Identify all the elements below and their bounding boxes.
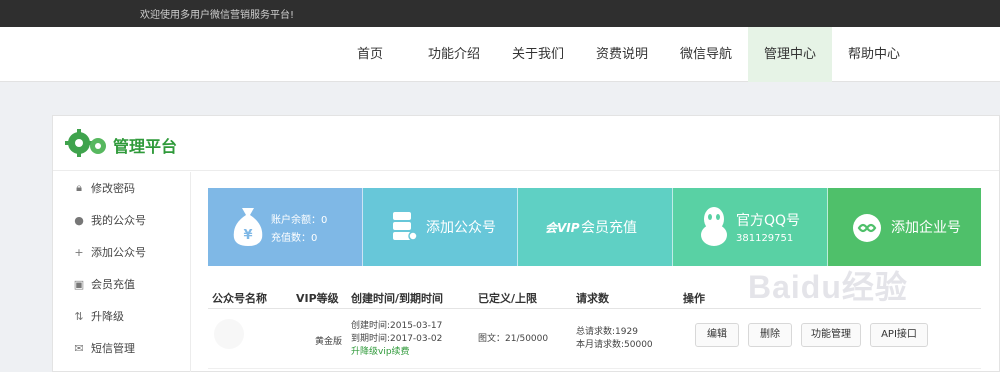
recharge-label: 会员充值 xyxy=(581,220,637,236)
api-button[interactable]: API接口 xyxy=(870,323,928,347)
sidebar-item-my-accounts[interactable]: ● 我的公众号 xyxy=(53,204,191,236)
header: 首页 功能介绍 关于我们 资费说明 微信导航 管理中心 帮助中心 xyxy=(0,27,1000,82)
nav-item-about[interactable]: 关于我们 xyxy=(496,27,580,82)
sidebar-item-add-account[interactable]: + 添加公众号 xyxy=(53,236,191,268)
feature-manage-button[interactable]: 功能管理 xyxy=(801,323,861,347)
user-icon: ● xyxy=(74,213,84,227)
vip-icon: 会VIP xyxy=(545,221,580,235)
created-date: 创建时间:2015-03-17 xyxy=(351,321,443,331)
nav-item-home[interactable]: 首页 xyxy=(328,27,412,82)
total-requests: 总请求数:1929 xyxy=(576,327,638,337)
panel-title: 管理平台 xyxy=(113,137,178,156)
balance-label: 账户余额：0 xyxy=(271,214,328,226)
col-account-name: 公众号名称 xyxy=(212,292,267,305)
link-icon xyxy=(853,214,881,242)
stack-icon xyxy=(393,212,417,241)
col-dates: 创建时间/到期时间 xyxy=(351,292,444,305)
upgrade-renew-link[interactable]: 升降级vip续费 xyxy=(351,346,410,358)
expire-date: 到期时间:2017-03-02 xyxy=(351,334,443,344)
qq-label: 官方QQ号 xyxy=(736,213,801,229)
add-enterprise-card[interactable]: 添加企业号 xyxy=(828,188,981,266)
svg-text:¥: ¥ xyxy=(243,228,252,243)
money-bag-icon: ¥ xyxy=(233,208,263,246)
management-panel: 管理平台 🔒︎ 修改密码 ● 我的公众号 + 添加公众号 ▣ 会员充值 ⇅ 升降… xyxy=(52,115,1000,372)
quick-cards: ¥ 账户余额：0 充值数：0 添加公众号 会VIP 会员充值 官方QQ号 381… xyxy=(208,188,981,266)
col-defined: 已定义/上限 xyxy=(478,292,538,305)
balance-card[interactable]: ¥ 账户余额：0 充值数：0 xyxy=(208,188,363,266)
welcome-text: 欢迎使用多用户微信营销服务平台! xyxy=(140,10,295,21)
vip-value: 黄金版 xyxy=(315,337,343,347)
panel-header: 管理平台 xyxy=(53,116,999,171)
qq-card[interactable]: 官方QQ号 381129751 xyxy=(673,188,828,266)
month-requests: 本月请求数:50000 xyxy=(576,340,653,350)
delete-button[interactable]: 删除 xyxy=(748,323,792,347)
qq-penguin-icon xyxy=(701,207,727,246)
sidebar-item-label: 我的公众号 xyxy=(91,214,146,227)
nav-item-features[interactable]: 功能介绍 xyxy=(412,27,496,82)
col-actions: 操作 xyxy=(683,292,705,305)
baidu-watermark: Baidu经验 xyxy=(748,269,908,305)
recharge-count: 充值数：0 xyxy=(271,232,318,244)
sidebar-item-label: 升降级 xyxy=(91,310,124,323)
add-account-label: 添加公众号 xyxy=(426,220,496,236)
recharge-card[interactable]: 会VIP 会员充值 xyxy=(518,188,673,266)
sort-icon: ⇅ xyxy=(74,309,84,323)
sidebar-item-label: 会员充值 xyxy=(91,278,135,291)
plus-icon: + xyxy=(74,245,84,259)
col-vip-level: VIP等级 xyxy=(296,292,339,305)
nav-item-management[interactable]: 管理中心 xyxy=(748,27,832,82)
defined-value: 图文：21/50000 xyxy=(478,334,549,344)
table-row: 黄金版 创建时间:2015-03-17 到期时间:2017-03-02 升降级v… xyxy=(208,309,981,369)
sidebar: 🔒︎ 修改密码 ● 我的公众号 + 添加公众号 ▣ 会员充值 ⇅ 升降级 ✉ 短… xyxy=(53,172,191,372)
edit-button[interactable]: 编辑 xyxy=(695,323,739,347)
add-enterprise-label: 添加企业号 xyxy=(891,220,961,236)
envelope-icon: ✉ xyxy=(74,341,84,355)
top-bar: 欢迎使用多用户微信营销服务平台! xyxy=(0,0,1000,27)
account-avatar xyxy=(214,319,244,349)
wallet-icon: ▣ xyxy=(73,277,85,291)
sidebar-item-label: 添加公众号 xyxy=(91,246,146,259)
nav-item-help[interactable]: 帮助中心 xyxy=(832,27,916,82)
qq-number: 381129751 xyxy=(736,233,794,244)
sidebar-item-upgrade[interactable]: ⇅ 升降级 xyxy=(53,300,191,332)
add-account-card[interactable]: 添加公众号 xyxy=(363,188,518,266)
main-nav: 首页 功能介绍 关于我们 资费说明 微信导航 管理中心 帮助中心 xyxy=(328,27,916,82)
sidebar-item-change-password[interactable]: 🔒︎ 修改密码 xyxy=(53,172,191,204)
col-requests: 请求数 xyxy=(576,292,609,305)
sidebar-item-recharge[interactable]: ▣ 会员充值 xyxy=(53,268,191,300)
gear-logo-icon xyxy=(65,129,106,157)
nav-item-pricing[interactable]: 资费说明 xyxy=(580,27,664,82)
sidebar-item-label: 修改密码 xyxy=(91,182,135,195)
lock-icon: 🔒︎ xyxy=(76,181,82,194)
nav-item-wechat-nav[interactable]: 微信导航 xyxy=(664,27,748,82)
sidebar-item-sms[interactable]: ✉ 短信管理 xyxy=(53,332,191,364)
sidebar-item-label: 短信管理 xyxy=(91,342,135,355)
